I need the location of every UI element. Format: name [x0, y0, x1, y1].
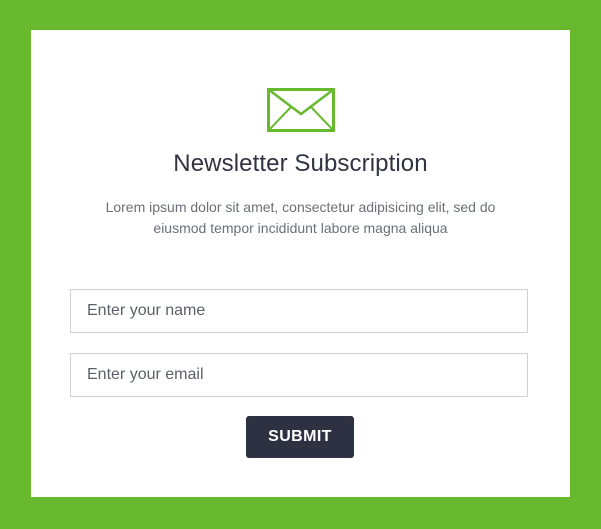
newsletter-description: Lorem ipsum dolor sit amet, consectetur …: [105, 199, 496, 236]
submit-button[interactable]: SUBMIT: [246, 416, 354, 458]
email-input[interactable]: [70, 353, 528, 397]
newsletter-title: Newsletter Subscription: [173, 150, 428, 177]
name-input[interactable]: [70, 289, 528, 333]
newsletter-card: Newsletter Subscription Lorem ipsum dolo…: [31, 30, 570, 497]
envelope-icon: [266, 88, 335, 132]
